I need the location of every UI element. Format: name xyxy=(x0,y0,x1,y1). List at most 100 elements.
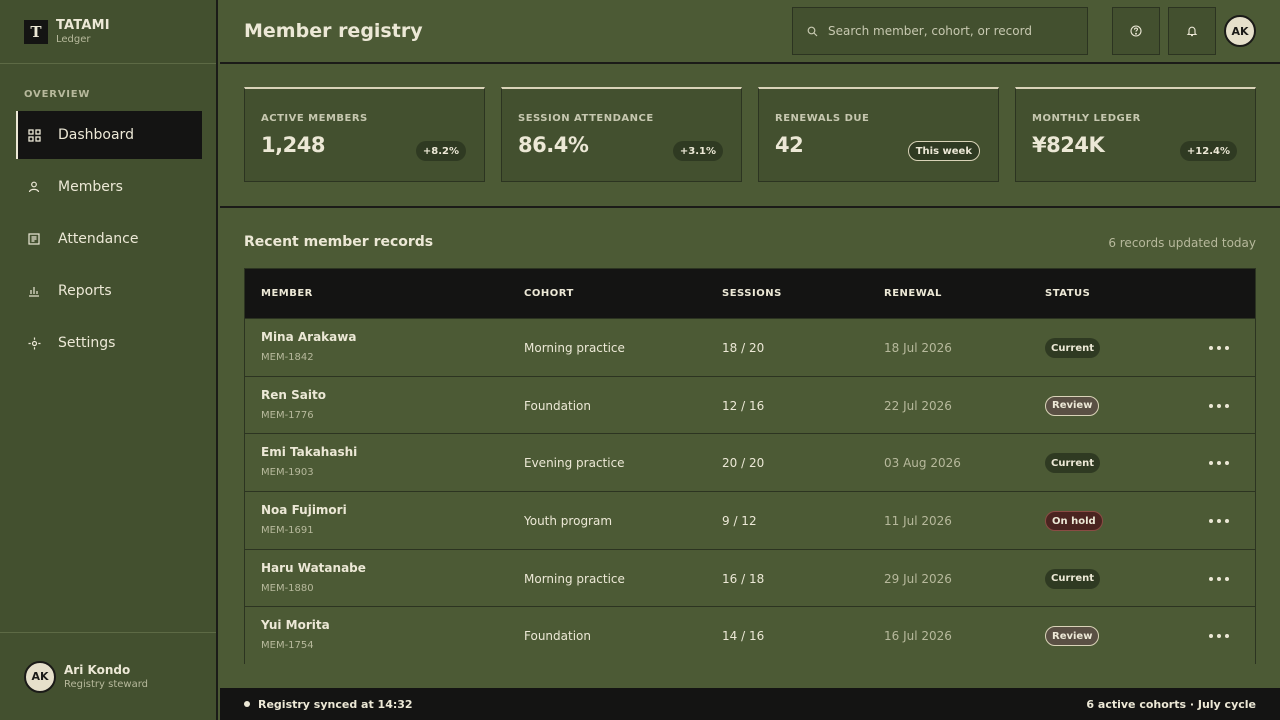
more-options-icon[interactable] xyxy=(1207,567,1231,591)
more-options-icon[interactable] xyxy=(1207,624,1231,648)
member-id: MEM-1776 xyxy=(261,409,314,421)
more-options-icon[interactable] xyxy=(1207,509,1231,533)
status-bar: Registry synced at 14:32 6 active cohort… xyxy=(220,688,1280,720)
table-row[interactable]: Ren Saito MEM-1776 Foundation 12 / 16 22… xyxy=(245,375,1255,434)
sidebar-item-attendance[interactable]: Attendance xyxy=(16,215,202,263)
person-icon xyxy=(26,179,42,195)
member-name[interactable]: Mina Arakawa xyxy=(261,330,356,344)
search-input[interactable] xyxy=(828,24,1078,38)
table-row[interactable]: Noa Fujimori MEM-1691 Youth program 9 / … xyxy=(245,491,1255,549)
member-name[interactable]: Emi Takahashi xyxy=(261,445,357,459)
notifications-button[interactable] xyxy=(1168,7,1216,55)
kpi-label: MONTHLY LEDGER xyxy=(1032,113,1141,124)
member-cohort: Morning practice xyxy=(524,341,625,355)
more-options-icon[interactable] xyxy=(1207,394,1231,418)
member-name[interactable]: Ren Saito xyxy=(261,388,326,402)
sidebar-nav: Dashboard Members Attendance Reports Set… xyxy=(16,111,202,371)
kpi-value: 86.4% xyxy=(518,133,589,157)
records-table: MEMBER COHORT SESSIONS RENEWAL STATUS Mi… xyxy=(244,268,1256,665)
member-cohort: Youth program xyxy=(524,514,613,529)
bell-icon xyxy=(1186,22,1198,41)
brand-name: TATAMI xyxy=(56,17,110,33)
cohort-summary: 6 active cohorts · July cycle xyxy=(1086,697,1256,711)
table-row[interactable]: Mina Arakawa MEM-1842 Morning practice 1… xyxy=(245,318,1255,376)
bar-chart-icon xyxy=(26,283,42,299)
kpi-label: RENEWALS DUE xyxy=(775,113,870,124)
brand[interactable]: T TATAMI Ledger xyxy=(0,0,216,64)
member-cohort: Foundation xyxy=(524,629,591,644)
kpi-active-members[interactable]: ACTIVE MEMBERS 1,248 +8.2% xyxy=(244,87,485,182)
kpi-renewals-due[interactable]: RENEWALS DUE 42 This week xyxy=(758,87,999,182)
user-profile[interactable]: AK Ari Kondo Registry steward xyxy=(0,632,216,720)
sidebar-item-members[interactable]: Members xyxy=(16,163,202,211)
account-avatar[interactable]: AK xyxy=(1224,15,1256,47)
kpi-badge: +8.2% xyxy=(415,141,466,161)
table-row[interactable]: Haru Watanabe MEM-1880 Morning practice … xyxy=(245,548,1255,607)
sync-text: Registry synced at 14:32 xyxy=(258,697,413,711)
table-header: MEMBER COHORT SESSIONS RENEWAL STATUS xyxy=(245,269,1255,318)
member-sessions: 14 / 16 xyxy=(722,629,765,644)
kpi-value: ¥824K xyxy=(1032,133,1105,157)
member-cohort: Evening practice xyxy=(524,456,625,471)
member-sessions: 20 / 20 xyxy=(722,456,765,471)
table-row[interactable]: Emi Takahashi MEM-1903 Evening practice … xyxy=(245,433,1255,492)
sidebar-item-settings[interactable]: Settings xyxy=(16,319,202,367)
avatar: AK xyxy=(24,660,56,693)
sidebar-item-reports[interactable]: Reports xyxy=(16,267,202,315)
sync-status: Registry synced at 14:32 xyxy=(244,698,413,711)
sidebar-item-label: Settings xyxy=(58,335,116,351)
member-id: MEM-1842 xyxy=(261,352,314,363)
member-renewal: 22 Jul 2026 xyxy=(884,398,952,413)
records-meta: 6 records updated today xyxy=(1108,236,1256,250)
kpi-label: SESSION ATTENDANCE xyxy=(518,113,654,124)
member-id: MEM-1691 xyxy=(261,525,314,537)
section-divider xyxy=(220,206,1280,208)
more-options-icon[interactable] xyxy=(1207,451,1231,475)
member-renewal: 11 Jul 2026 xyxy=(884,514,952,529)
records-title: Recent member records xyxy=(244,234,434,250)
status-badge: Current xyxy=(1045,453,1101,474)
sidebar-item-label: Reports xyxy=(58,283,112,299)
grid-icon xyxy=(26,127,42,143)
member-sessions: 9 / 12 xyxy=(722,514,757,529)
member-renewal: 16 Jul 2026 xyxy=(884,629,952,644)
sidebar-item-label: Attendance xyxy=(58,231,139,247)
member-name[interactable]: Haru Watanabe xyxy=(261,561,366,575)
brand-logo: T xyxy=(24,19,48,44)
member-name[interactable]: Noa Fujimori xyxy=(261,503,347,517)
help-button[interactable] xyxy=(1112,7,1160,55)
status-badge: Current xyxy=(1045,338,1101,358)
column-header-sessions[interactable]: SESSIONS xyxy=(722,288,782,299)
kpi-badge: +3.1% xyxy=(672,141,723,161)
kpi-value: 1,248 xyxy=(261,133,325,157)
member-sessions: 16 / 18 xyxy=(722,571,765,586)
member-name[interactable]: Yui Morita xyxy=(261,618,330,632)
status-badge: Review xyxy=(1045,395,1100,416)
member-renewal: 29 Jul 2026 xyxy=(884,571,952,586)
member-renewal: 03 Aug 2026 xyxy=(884,456,961,471)
kpi-label: ACTIVE MEMBERS xyxy=(261,113,368,124)
kpi-cards: ACTIVE MEMBERS 1,248 +8.2% SESSION ATTEN… xyxy=(244,87,1256,183)
more-options-icon[interactable] xyxy=(1207,336,1231,360)
kpi-badge: This week xyxy=(907,141,980,161)
search-icon xyxy=(807,22,818,41)
column-header-status[interactable]: STATUS xyxy=(1045,288,1090,299)
gear-icon xyxy=(26,335,42,351)
list-icon xyxy=(26,231,42,247)
kpi-monthly-ledger[interactable]: MONTHLY LEDGER ¥824K +12.4% xyxy=(1015,87,1256,182)
brand-subtitle: Ledger xyxy=(56,33,91,45)
member-id: MEM-1754 xyxy=(261,640,314,652)
nav-section-label: OVERVIEW xyxy=(24,89,91,100)
column-header-cohort[interactable]: COHORT xyxy=(524,288,574,299)
member-id: MEM-1880 xyxy=(261,582,314,594)
sidebar-item-dashboard[interactable]: Dashboard xyxy=(16,111,202,159)
table-row[interactable]: Yui Morita MEM-1754 Foundation 14 / 16 1… xyxy=(245,606,1255,665)
status-badge: On hold xyxy=(1045,511,1103,532)
kpi-session-attendance[interactable]: SESSION ATTENDANCE 86.4% +3.1% xyxy=(501,87,742,182)
user-role: Registry steward xyxy=(64,678,148,690)
column-header-member[interactable]: MEMBER xyxy=(261,288,313,299)
user-name: Ari Kondo xyxy=(64,662,131,677)
column-header-renewal[interactable]: RENEWAL xyxy=(884,288,942,299)
search-bar[interactable] xyxy=(792,7,1088,55)
sync-dot-icon xyxy=(244,701,250,707)
